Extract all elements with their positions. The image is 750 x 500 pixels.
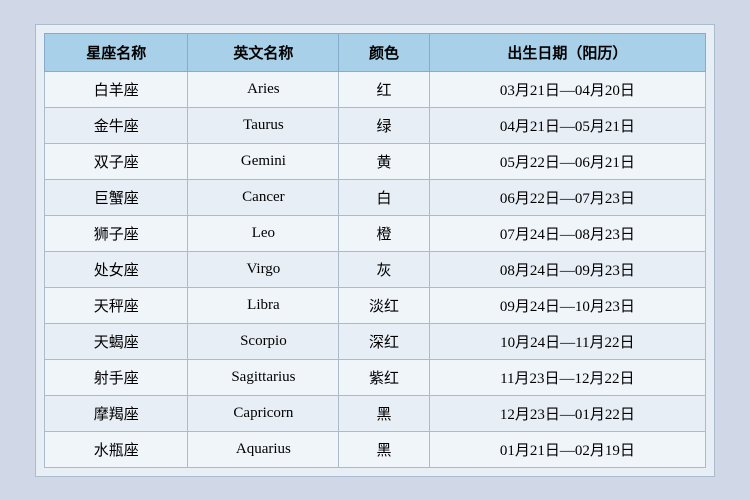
- header-date: 出生日期（阳历）: [429, 33, 705, 71]
- cell-chinese-name: 射手座: [45, 359, 188, 395]
- cell-color: 黑: [339, 395, 429, 431]
- cell-chinese-name: 处女座: [45, 251, 188, 287]
- cell-color: 橙: [339, 215, 429, 251]
- cell-english-name: Capricorn: [188, 395, 339, 431]
- table-row: 狮子座Leo橙07月24日—08月23日: [45, 215, 706, 251]
- header-color: 颜色: [339, 33, 429, 71]
- cell-color: 黑: [339, 431, 429, 467]
- cell-chinese-name: 摩羯座: [45, 395, 188, 431]
- table-header-row: 星座名称 英文名称 颜色 出生日期（阳历）: [45, 33, 706, 71]
- table-row: 射手座Sagittarius紫红11月23日—12月22日: [45, 359, 706, 395]
- cell-color: 黄: [339, 143, 429, 179]
- cell-color: 灰: [339, 251, 429, 287]
- cell-date: 06月22日—07月23日: [429, 179, 705, 215]
- cell-color: 淡红: [339, 287, 429, 323]
- cell-english-name: Aries: [188, 71, 339, 107]
- table-row: 金牛座Taurus绿04月21日—05月21日: [45, 107, 706, 143]
- cell-date: 04月21日—05月21日: [429, 107, 705, 143]
- cell-chinese-name: 狮子座: [45, 215, 188, 251]
- cell-date: 11月23日—12月22日: [429, 359, 705, 395]
- cell-english-name: Taurus: [188, 107, 339, 143]
- cell-color: 红: [339, 71, 429, 107]
- table-row: 天秤座Libra淡红09月24日—10月23日: [45, 287, 706, 323]
- zodiac-table: 星座名称 英文名称 颜色 出生日期（阳历） 白羊座Aries红03月21日—04…: [44, 33, 706, 468]
- cell-color: 深红: [339, 323, 429, 359]
- cell-color: 绿: [339, 107, 429, 143]
- table-row: 巨蟹座Cancer白06月22日—07月23日: [45, 179, 706, 215]
- cell-color: 紫红: [339, 359, 429, 395]
- cell-date: 01月21日—02月19日: [429, 431, 705, 467]
- cell-chinese-name: 天蝎座: [45, 323, 188, 359]
- cell-date: 07月24日—08月23日: [429, 215, 705, 251]
- table-body: 白羊座Aries红03月21日—04月20日金牛座Taurus绿04月21日—0…: [45, 71, 706, 467]
- cell-date: 10月24日—11月22日: [429, 323, 705, 359]
- cell-color: 白: [339, 179, 429, 215]
- cell-date: 12月23日—01月22日: [429, 395, 705, 431]
- cell-chinese-name: 白羊座: [45, 71, 188, 107]
- cell-english-name: Virgo: [188, 251, 339, 287]
- cell-english-name: Libra: [188, 287, 339, 323]
- cell-english-name: Leo: [188, 215, 339, 251]
- cell-date: 03月21日—04月20日: [429, 71, 705, 107]
- cell-date: 09月24日—10月23日: [429, 287, 705, 323]
- cell-date: 05月22日—06月21日: [429, 143, 705, 179]
- table-row: 白羊座Aries红03月21日—04月20日: [45, 71, 706, 107]
- table-row: 天蝎座Scorpio深红10月24日—11月22日: [45, 323, 706, 359]
- table-row: 双子座Gemini黄05月22日—06月21日: [45, 143, 706, 179]
- cell-english-name: Gemini: [188, 143, 339, 179]
- header-english-name: 英文名称: [188, 33, 339, 71]
- cell-date: 08月24日—09月23日: [429, 251, 705, 287]
- table-row: 摩羯座Capricorn黑12月23日—01月22日: [45, 395, 706, 431]
- cell-chinese-name: 水瓶座: [45, 431, 188, 467]
- table-row: 水瓶座Aquarius黑01月21日—02月19日: [45, 431, 706, 467]
- cell-chinese-name: 天秤座: [45, 287, 188, 323]
- cell-english-name: Cancer: [188, 179, 339, 215]
- table-row: 处女座Virgo灰08月24日—09月23日: [45, 251, 706, 287]
- cell-chinese-name: 金牛座: [45, 107, 188, 143]
- header-chinese-name: 星座名称: [45, 33, 188, 71]
- cell-chinese-name: 巨蟹座: [45, 179, 188, 215]
- cell-english-name: Aquarius: [188, 431, 339, 467]
- cell-english-name: Scorpio: [188, 323, 339, 359]
- cell-english-name: Sagittarius: [188, 359, 339, 395]
- cell-chinese-name: 双子座: [45, 143, 188, 179]
- zodiac-table-container: 星座名称 英文名称 颜色 出生日期（阳历） 白羊座Aries红03月21日—04…: [35, 24, 715, 477]
